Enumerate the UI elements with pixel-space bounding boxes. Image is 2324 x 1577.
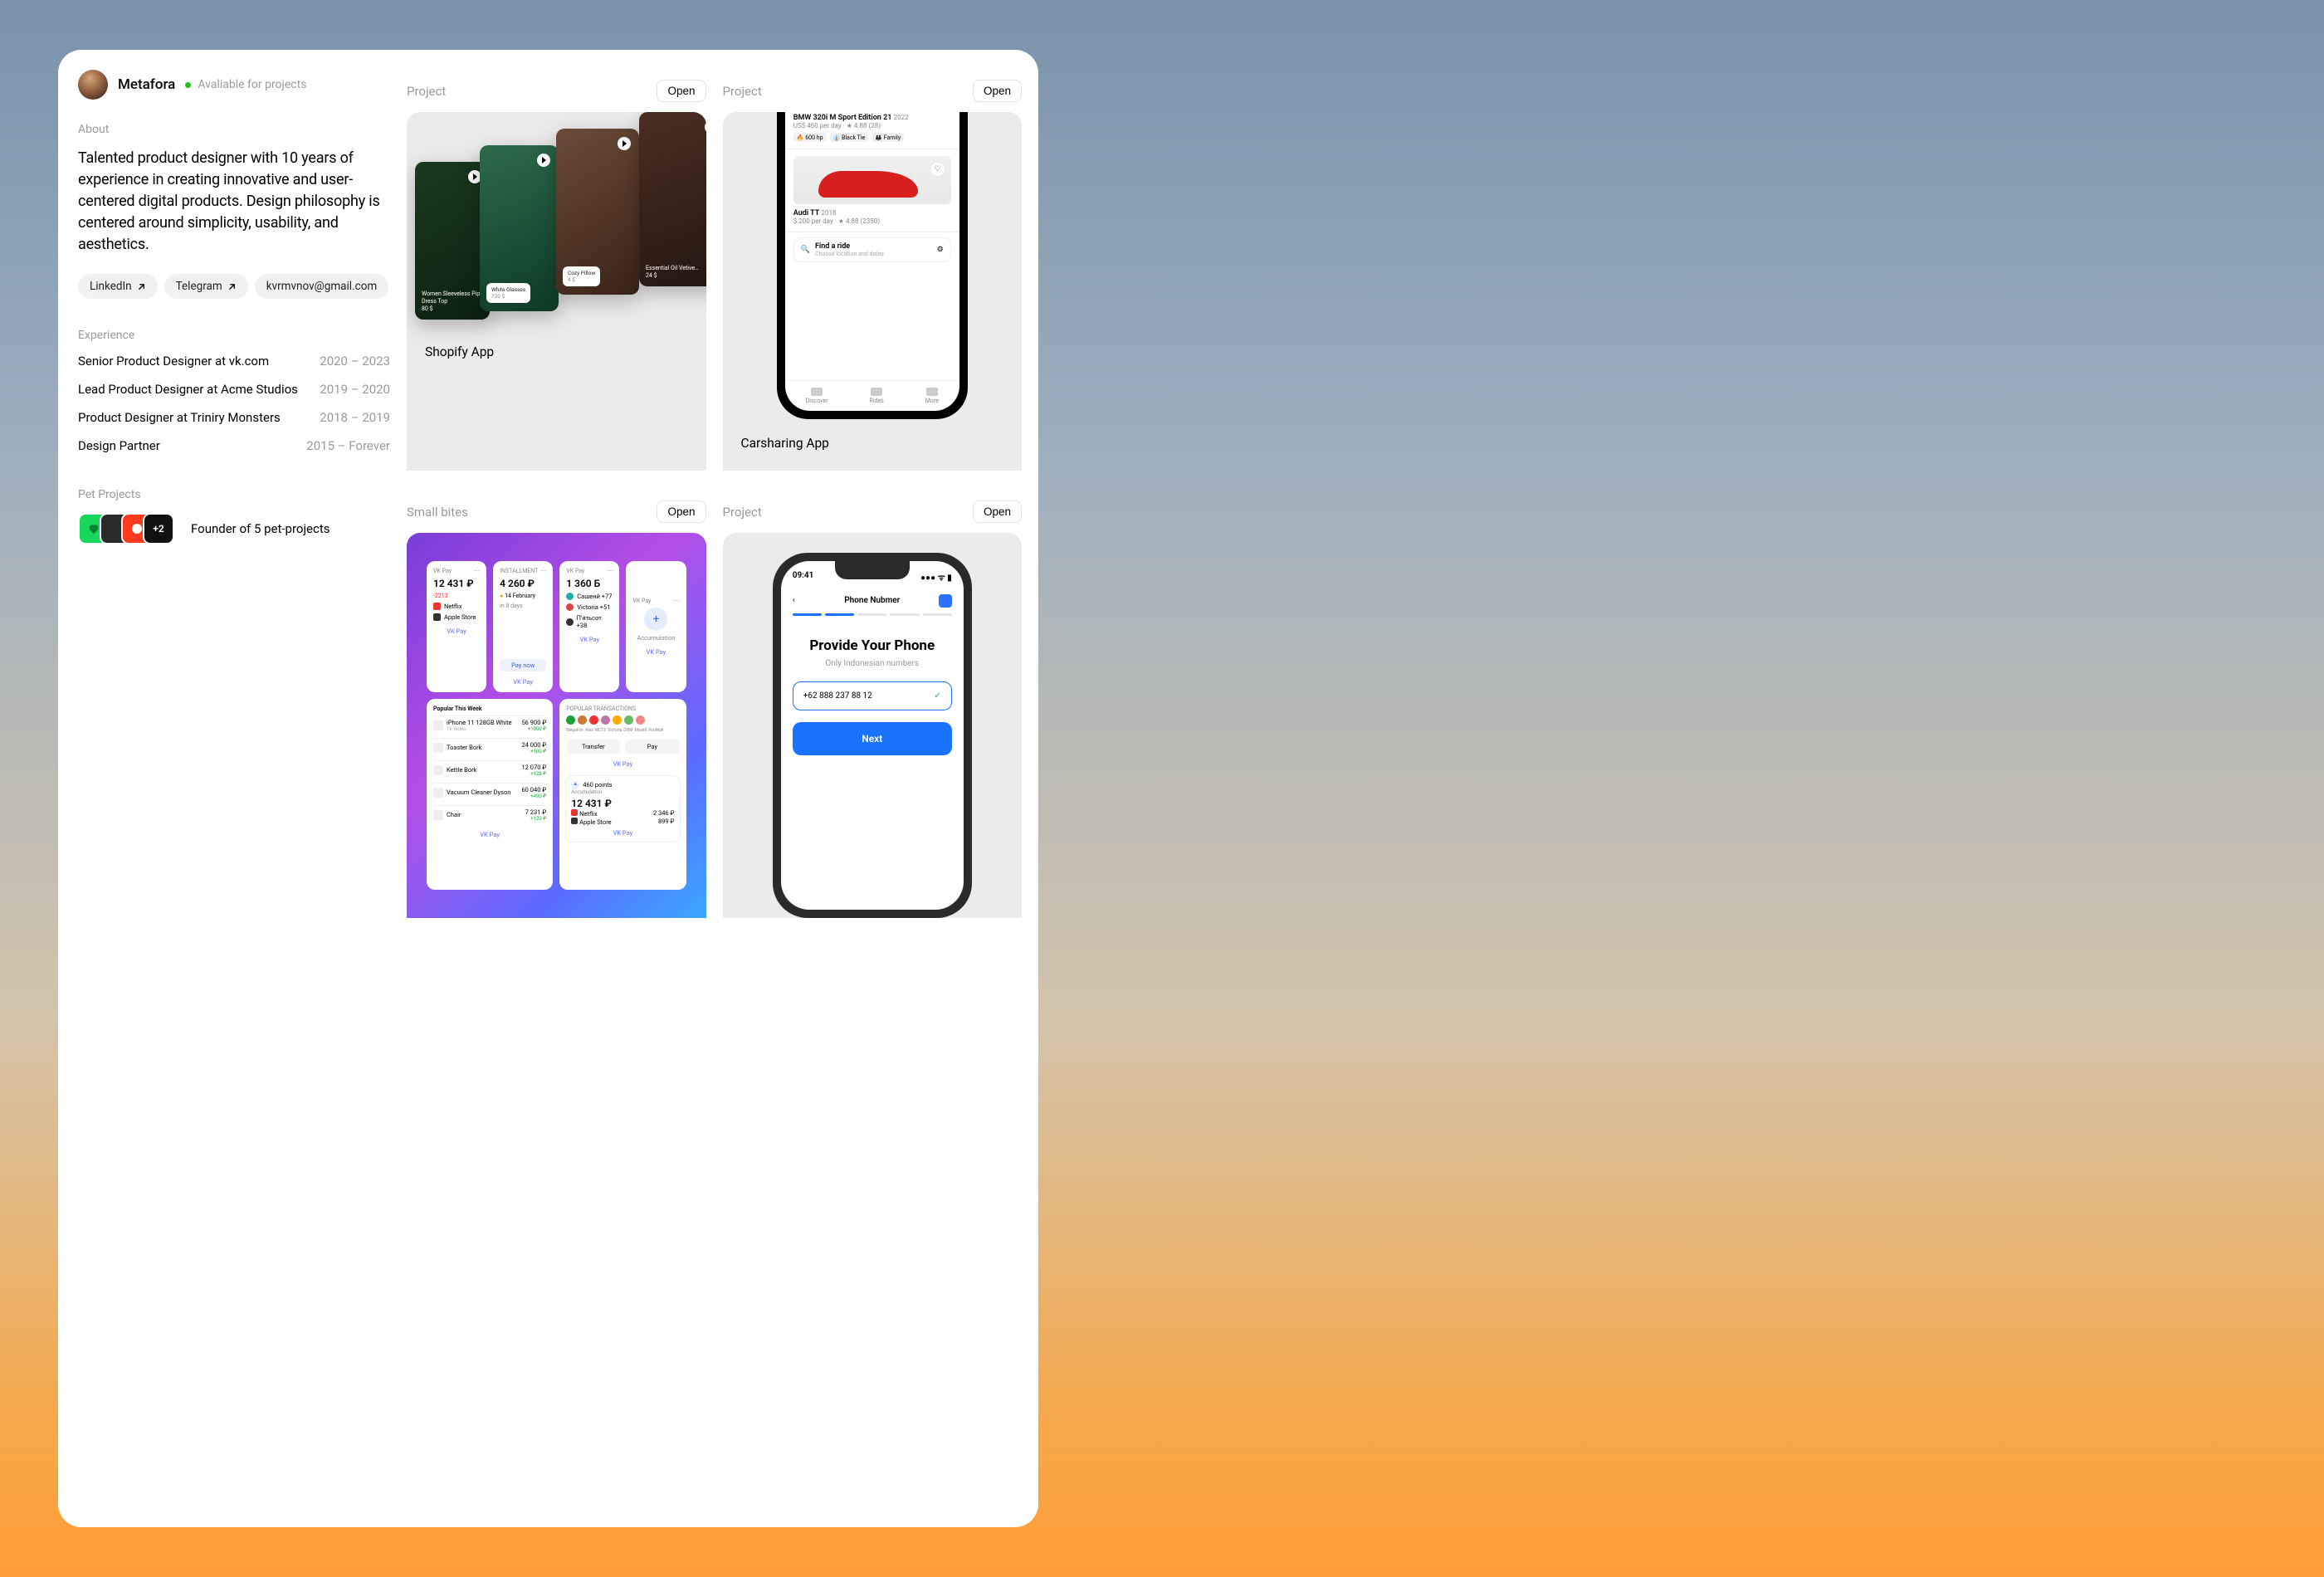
play-icon: [618, 137, 631, 150]
shopify-mock: Women Sleeveless Piper Dress Top 80 $ Wh…: [407, 112, 706, 328]
shop-card: Essential Oil Vetive… 24 $: [639, 112, 706, 286]
tab-bar: Discover Rides More: [785, 380, 959, 411]
widget-transactions: POPULAR TRANSACTIONS MegaFon Alex MCTS V…: [559, 699, 686, 891]
subheading: Only Indonesian numbers: [793, 659, 952, 668]
next-button: Next: [793, 722, 952, 755]
rides-icon: [871, 388, 882, 396]
project-section-label: Project: [723, 84, 762, 99]
profile-sidebar: Metafora Avaliable for projects About Ta…: [75, 66, 390, 1511]
experience-list: Senior Product Designer at vk.com 2020 –…: [78, 354, 390, 453]
availability-status: Avaliable for projects: [185, 78, 306, 91]
linkedin-link[interactable]: LinkedIn: [78, 274, 158, 299]
pet-projects-row: +2 Founder of 5 pet-projects: [78, 513, 390, 544]
avatar: [78, 70, 108, 100]
open-button[interactable]: Open: [973, 500, 1022, 523]
experience-item: Lead Product Designer at Acme Studios 20…: [78, 382, 390, 397]
profile-header: Metafora Avaliable for projects: [78, 70, 390, 100]
projects-grid: Project Open Women Sleeveless Piper Dres…: [407, 66, 1022, 1511]
email-link[interactable]: kvrmvnov@gmail.com: [255, 274, 389, 299]
signal-wifi-battery-icon: ●●● ᯤ ▮: [920, 571, 952, 583]
widget-popular: Popular This Week iPhone 11 128GB White1…: [427, 699, 553, 891]
project-title: Carsharing App: [723, 419, 1023, 471]
arrow-up-right-icon: [227, 282, 237, 291]
play-icon: [705, 120, 706, 134]
back-icon: ‹: [793, 596, 795, 605]
phone-mock: BMW 320i M Sport Edition 21 2022 US$ 460…: [777, 112, 968, 419]
filter-icon: ⚙: [937, 246, 944, 254]
pet-icon-more: +2: [143, 513, 174, 544]
play-icon: [537, 154, 550, 167]
search-bar: 🔍 Find a ride Choose location and dates …: [793, 237, 951, 262]
heading: Provide Your Phone: [793, 637, 952, 654]
project-carsharing: Project Open BMW 320i M Sport Edition 21…: [723, 66, 1023, 471]
project-section-label: Project: [407, 84, 446, 99]
open-button[interactable]: Open: [657, 500, 706, 523]
status-text: Avaliable for projects: [198, 78, 306, 91]
check-icon: ✓: [934, 691, 940, 701]
contact-links: LinkedIn Telegram kvrmvnov@gmail.com: [78, 274, 390, 299]
bio-text: Talented product designer with 10 years …: [78, 148, 390, 256]
widget-accumulation: VK Pay⋯ + Accumulation VK Pay: [626, 561, 686, 692]
project-shopify: Project Open Women Sleeveless Piper Dres…: [407, 66, 706, 471]
app-logo-icon: [939, 594, 952, 608]
project-section-label: Small bites: [407, 505, 468, 520]
portfolio-card: Metafora Avaliable for projects About Ta…: [58, 50, 1038, 1527]
shop-card: White Glasses 720 $: [480, 145, 559, 311]
search-icon: 🔍: [801, 246, 810, 254]
experience-item: Senior Product Designer at vk.com 2020 –…: [78, 354, 390, 369]
phone-notch: [835, 561, 910, 579]
widget-balance: VK Pay⋯ 12 431 ₽ -2213 Netflix Apple Sto…: [427, 561, 486, 692]
widget-installment: INSTALLMENT⋯ 4 260 ₽ ● 14 February in 8 …: [493, 561, 553, 692]
progress-bar: [793, 613, 952, 616]
experience-item: Product Designer at Triniry Monsters 201…: [78, 410, 390, 425]
heart-icon: [87, 522, 100, 535]
profile-name: Metafora: [118, 76, 175, 93]
pet-project-icons: +2: [78, 513, 174, 544]
open-button[interactable]: Open: [657, 80, 706, 102]
pet-projects-text: Founder of 5 pet-projects: [191, 521, 330, 536]
experience-item: Design Partner 2015 – Forever: [78, 438, 390, 453]
plus-icon: +: [644, 608, 667, 631]
pet-projects-label: Pet Projects: [78, 488, 390, 501]
project-title: Shopify App: [407, 328, 706, 379]
experience-label: Experience: [78, 329, 390, 342]
widget-points: VK Pay⋯ 1 360 Б Сашенй +77 Victoria +51 …: [559, 561, 619, 692]
telegram-link[interactable]: Telegram: [164, 274, 248, 299]
open-button[interactable]: Open: [973, 80, 1022, 102]
nav-title: Phone Nubmer: [844, 596, 900, 605]
project-small-bites: Small bites Open VK Pay⋯ 12 431 ₽ -2213 …: [407, 487, 706, 918]
about-label: About: [78, 123, 390, 136]
shop-card: Women Sleeveless Piper Dress Top 80 $: [415, 162, 490, 320]
heart-icon: ♡: [931, 163, 945, 176]
arrow-up-right-icon: [137, 282, 146, 291]
project-phone-number: Project Open 09:41 ●●● ᯤ ▮ ‹: [723, 487, 1023, 918]
shop-card: Cozy Pillow 4 $: [556, 129, 639, 295]
project-section-label: Project: [723, 505, 762, 520]
phone-mock: 09:41 ●●● ᯤ ▮ ‹ Phone Nubmer: [773, 553, 972, 918]
widgets-mock: VK Pay⋯ 12 431 ₽ -2213 Netflix Apple Sto…: [407, 533, 706, 918]
status-dot-icon: [185, 82, 191, 88]
more-icon: [926, 388, 938, 396]
phone-input: +62 888 237 88 12 ✓: [793, 681, 952, 710]
car-icon: [811, 388, 823, 396]
